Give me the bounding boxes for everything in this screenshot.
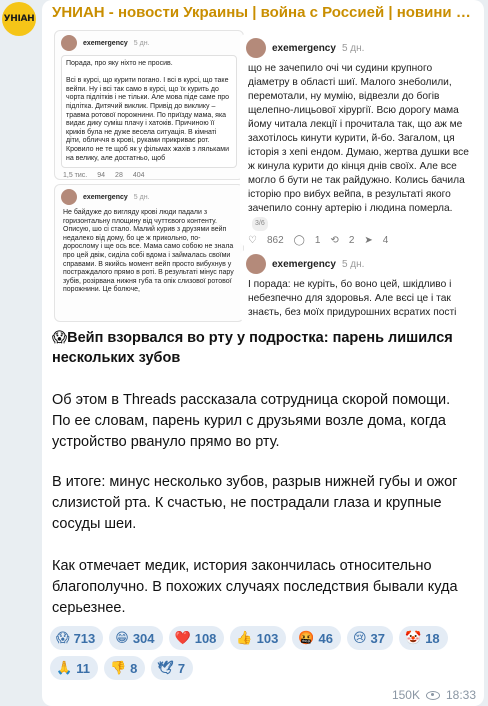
share-count: 4: [382, 235, 389, 246]
reactions-bar: 😱 713 😁 304 ❤️ 108 👍 103 🤬 46 😢 37 🤡 18 🙏 11 👎 8 …: [50, 626, 480, 680]
share-count: 404: [132, 172, 145, 180]
author-handle: exemergency: [272, 258, 336, 270]
post-headline: 😱Вейп взорвался во рту у подростка: паре…: [52, 330, 453, 366]
reaction-count: 18: [425, 630, 440, 646]
channel-avatar-label: УНІАН: [3, 14, 35, 24]
send-icon: ➤: [364, 235, 373, 246]
reply-count: 94: [97, 172, 106, 180]
threads-post-1: exemergency 5 дн. Порада, про яку ніхто …: [54, 30, 244, 180]
author-handle: exemergency: [83, 193, 128, 201]
post-text: Не байдуже до вигляду крові люди падали …: [63, 209, 234, 294]
post-time: 5 дн.: [133, 193, 150, 201]
post-time: 5 дн.: [133, 39, 150, 47]
repost-count: 28: [115, 172, 123, 180]
threads-post-3: exemergency 5 дн. що не зачепило очі чи …: [240, 34, 480, 246]
reaction-count: 304: [132, 630, 155, 646]
reaction-count: 46: [318, 630, 333, 646]
grin-icon: 😁: [115, 630, 129, 645]
reaction-count: 108: [194, 630, 217, 646]
message-footer: 150K 18:33: [392, 688, 476, 702]
reaction-grin[interactable]: 😁 304: [109, 626, 163, 650]
author-handle: exemergency: [272, 42, 336, 54]
thread-pager: 3/6: [252, 217, 268, 231]
post-paragraph-3: Как отмечает медик, история закончилась …: [52, 558, 458, 616]
reaction-count: 37: [370, 630, 385, 646]
threads-post-4: exemergency 5 дн. І порада: не куріть, б…: [240, 250, 480, 322]
reaction-scream[interactable]: 😱 713: [50, 626, 104, 650]
scream-icon: 😱: [56, 630, 70, 645]
dove-icon: 🕊: [157, 660, 174, 675]
reaction-count: 713: [73, 630, 96, 646]
reaction-thumbs-down[interactable]: 👎 8: [103, 656, 146, 680]
post-text-content: що не зачепило очі чи судини крупного ді…: [248, 63, 469, 214]
post-text: І порада: не куріть, бо воно цей, шкідли…: [248, 279, 457, 318]
reaction-swearing[interactable]: 🤬 46: [292, 626, 341, 650]
reaction-count: 7: [177, 660, 186, 676]
thumbs-down-icon: 👎: [109, 660, 127, 675]
message-time: 18:33: [445, 688, 476, 702]
channel-avatar[interactable]: УНІАН: [2, 2, 36, 36]
reply-count: 1: [314, 235, 321, 246]
thumbs-up-icon: 👍: [236, 630, 253, 645]
reaction-clown[interactable]: 🤡 18: [399, 626, 448, 650]
comment-icon: ◯: [293, 235, 305, 246]
author-avatar: [61, 35, 77, 51]
heart-icon: ❤️: [174, 630, 191, 645]
like-count: 862: [266, 235, 284, 246]
reaction-dove[interactable]: 🕊 7: [151, 656, 194, 680]
praying-hands-icon: 🙏: [56, 660, 73, 675]
like-count: 1,5 тис.: [63, 172, 88, 180]
view-count: 150K: [391, 688, 420, 702]
reaction-thumbs-up[interactable]: 👍 103: [230, 626, 287, 650]
post-stats: 1,5 тис. 94 28 404: [55, 168, 243, 180]
author-avatar: [61, 189, 77, 205]
message-bubble: УНИАН - новости Украины | война с Россие…: [42, 0, 484, 706]
eye-icon: [425, 690, 440, 700]
repost-icon: ⟲: [330, 235, 339, 246]
post-time: 5 дн.: [341, 42, 365, 54]
reaction-heart[interactable]: ❤️ 108: [168, 626, 225, 650]
reaction-count: 11: [76, 660, 90, 676]
crying-face-icon: 😢: [352, 630, 367, 645]
author-avatar: [246, 38, 266, 58]
author-avatar: [246, 254, 266, 274]
post-paragraph-1: Об этом в Threads рассказала сотрудница …: [52, 392, 451, 450]
heart-icon: ♡: [248, 235, 257, 246]
reaction-pray[interactable]: 🙏 11: [50, 656, 98, 680]
post-paragraph-2: В итоге: минус несколько зубов, разрыв н…: [52, 474, 458, 532]
threads-post-2: exemergency 5 дн. Не байдуже до вигляду …: [54, 184, 244, 322]
post-time: 5 дн.: [341, 258, 365, 270]
reaction-cry[interactable]: 😢 37: [346, 626, 393, 650]
swearing-face-icon: 🤬: [298, 630, 315, 645]
author-handle: exemergency: [83, 39, 128, 47]
post-image[interactable]: exemergency 5 дн. Порада, про яку ніхто …: [46, 28, 480, 324]
post-text: Порада, про яку ніхто не просив. Всі в к…: [61, 55, 237, 169]
post-stats: ♡ 862 ◯ 1 ⟲ 2 ➤ 4: [240, 231, 480, 246]
post-text: що не зачепило очі чи судини крупного ді…: [240, 62, 480, 231]
reaction-count: 103: [256, 630, 279, 646]
clown-icon: 🤡: [405, 630, 422, 645]
repost-count: 2: [348, 235, 355, 246]
reaction-count: 8: [130, 660, 138, 676]
channel-title[interactable]: УНИАН - новости Украины | война с Россие…: [52, 4, 476, 21]
